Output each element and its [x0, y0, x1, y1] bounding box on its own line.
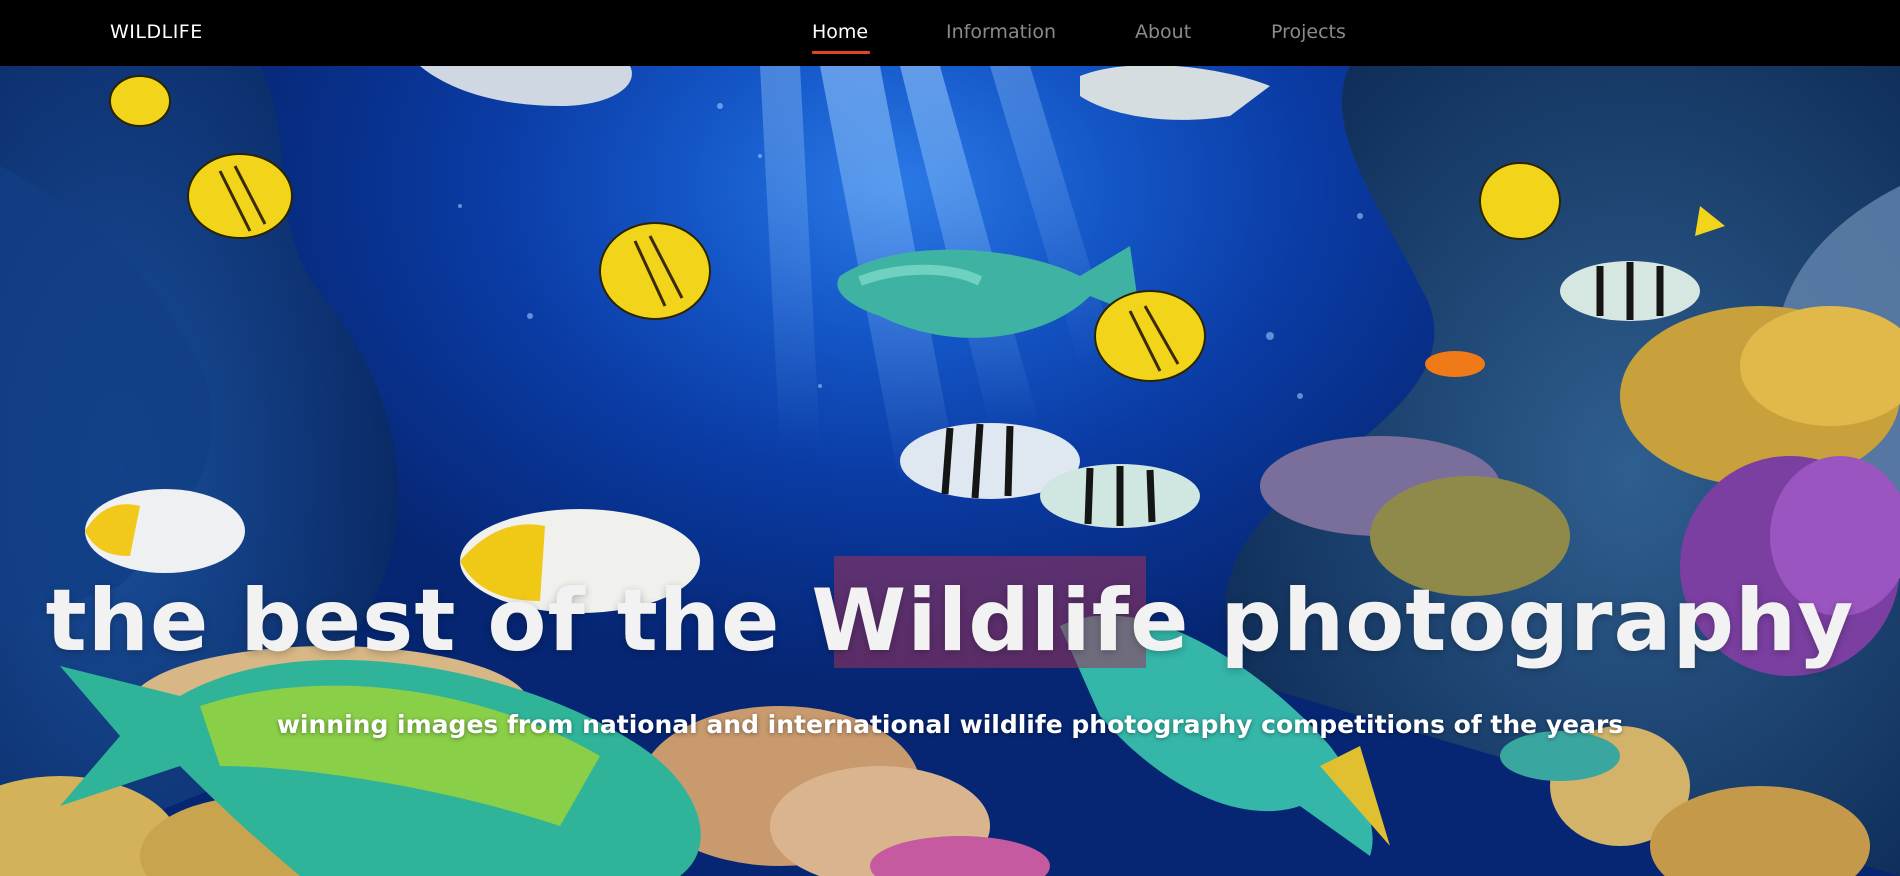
- hero-title: the best of the Wildlife photography: [45, 571, 1855, 671]
- active-underline: [812, 51, 870, 54]
- nav-item-information[interactable]: Information: [946, 21, 1056, 43]
- nav-item-label: Information: [946, 21, 1056, 43]
- nav-item-about[interactable]: About: [1135, 21, 1191, 43]
- nav-item-label: About: [1135, 21, 1192, 43]
- nav-item-home[interactable]: Home: [812, 21, 870, 54]
- nav-menu: Home Information About Projects: [0, 0, 1900, 66]
- top-navbar: WILDLIFE Home Information About Projects: [0, 0, 1900, 66]
- nav-item-label: Home: [812, 21, 869, 43]
- hero-subtitle: winning images from national and interna…: [276, 710, 1624, 739]
- nav-item-projects[interactable]: Projects: [1271, 21, 1346, 43]
- hero-section: the best of the Wildlife photography win…: [0, 66, 1900, 876]
- nav-item-label: Projects: [1271, 21, 1346, 43]
- hero-background-image: [0, 66, 1900, 876]
